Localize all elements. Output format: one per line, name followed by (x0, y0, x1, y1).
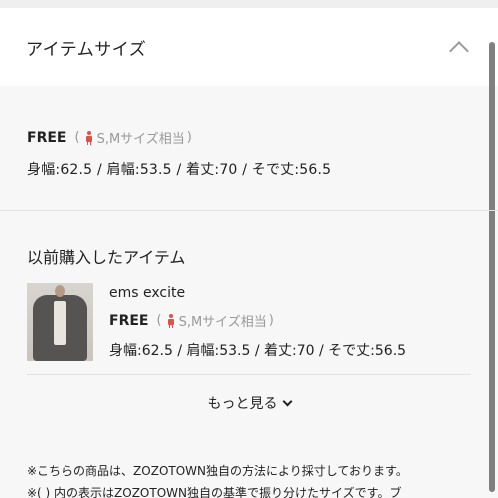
size-equivalent: S,Mサイズ相当 (96, 132, 185, 147)
scrollbar[interactable] (489, 42, 495, 492)
size-measurements: 身幅:62.5 / 肩幅:53.5 / 着丈:70 / そで丈:56.5 (27, 162, 332, 178)
item-brand: ems excite (109, 285, 186, 301)
size-info: FREE ( S,Mサイズ相当 ) 身幅:62.5 / 肩幅:53.5 / 着丈… (27, 128, 331, 179)
note-line: ※( ) 内の表示はZOZOTOWN独自の基準で振り分けたサイズです。ブ (27, 486, 402, 498)
size-label: FREE (27, 129, 67, 146)
item-paren-open: ( (156, 313, 162, 328)
previous-purchases-title: 以前購入したアイテム (27, 248, 186, 267)
paren-open: ( (74, 130, 80, 145)
previous-item[interactable]: ems excite FREE ( S,Mサイズ相当 ) 身幅:62.5 / 肩… (109, 285, 406, 360)
person-icon (167, 313, 175, 328)
top-strip (0, 0, 498, 8)
person-icon (85, 130, 93, 145)
chevron-up-icon[interactable] (449, 41, 469, 61)
show-more-button[interactable]: もっと見る (0, 393, 498, 413)
item-size-label: FREE (109, 312, 149, 329)
item-thumbnail[interactable] (27, 283, 93, 361)
size-line: FREE ( S,Mサイズ相当 ) (27, 128, 331, 148)
divider (27, 374, 471, 375)
note-line: ※こちらの商品は、ZOZOTOWN独自の方法により採寸しております。 (27, 464, 408, 478)
item-size-line: FREE ( S,Mサイズ相当 ) (109, 311, 406, 331)
item-measurements: 身幅:62.5 / 肩幅:53.5 / 着丈:70 / そで丈:56.5 (109, 343, 407, 359)
show-more-label: もっと見る (207, 396, 278, 412)
chevron-down-icon (282, 396, 292, 407)
paren-close: ) (186, 130, 192, 145)
notes: ※こちらの商品は、ZOZOTOWN独自の方法により採寸しております。 ※( ) … (27, 460, 408, 498)
section-title: アイテムサイズ (26, 39, 147, 60)
size-section-header[interactable]: アイテムサイズ (0, 8, 498, 86)
item-paren-close: ) (268, 313, 274, 328)
divider (0, 210, 498, 211)
item-size-equivalent: S,Mサイズ相当 (178, 315, 267, 330)
